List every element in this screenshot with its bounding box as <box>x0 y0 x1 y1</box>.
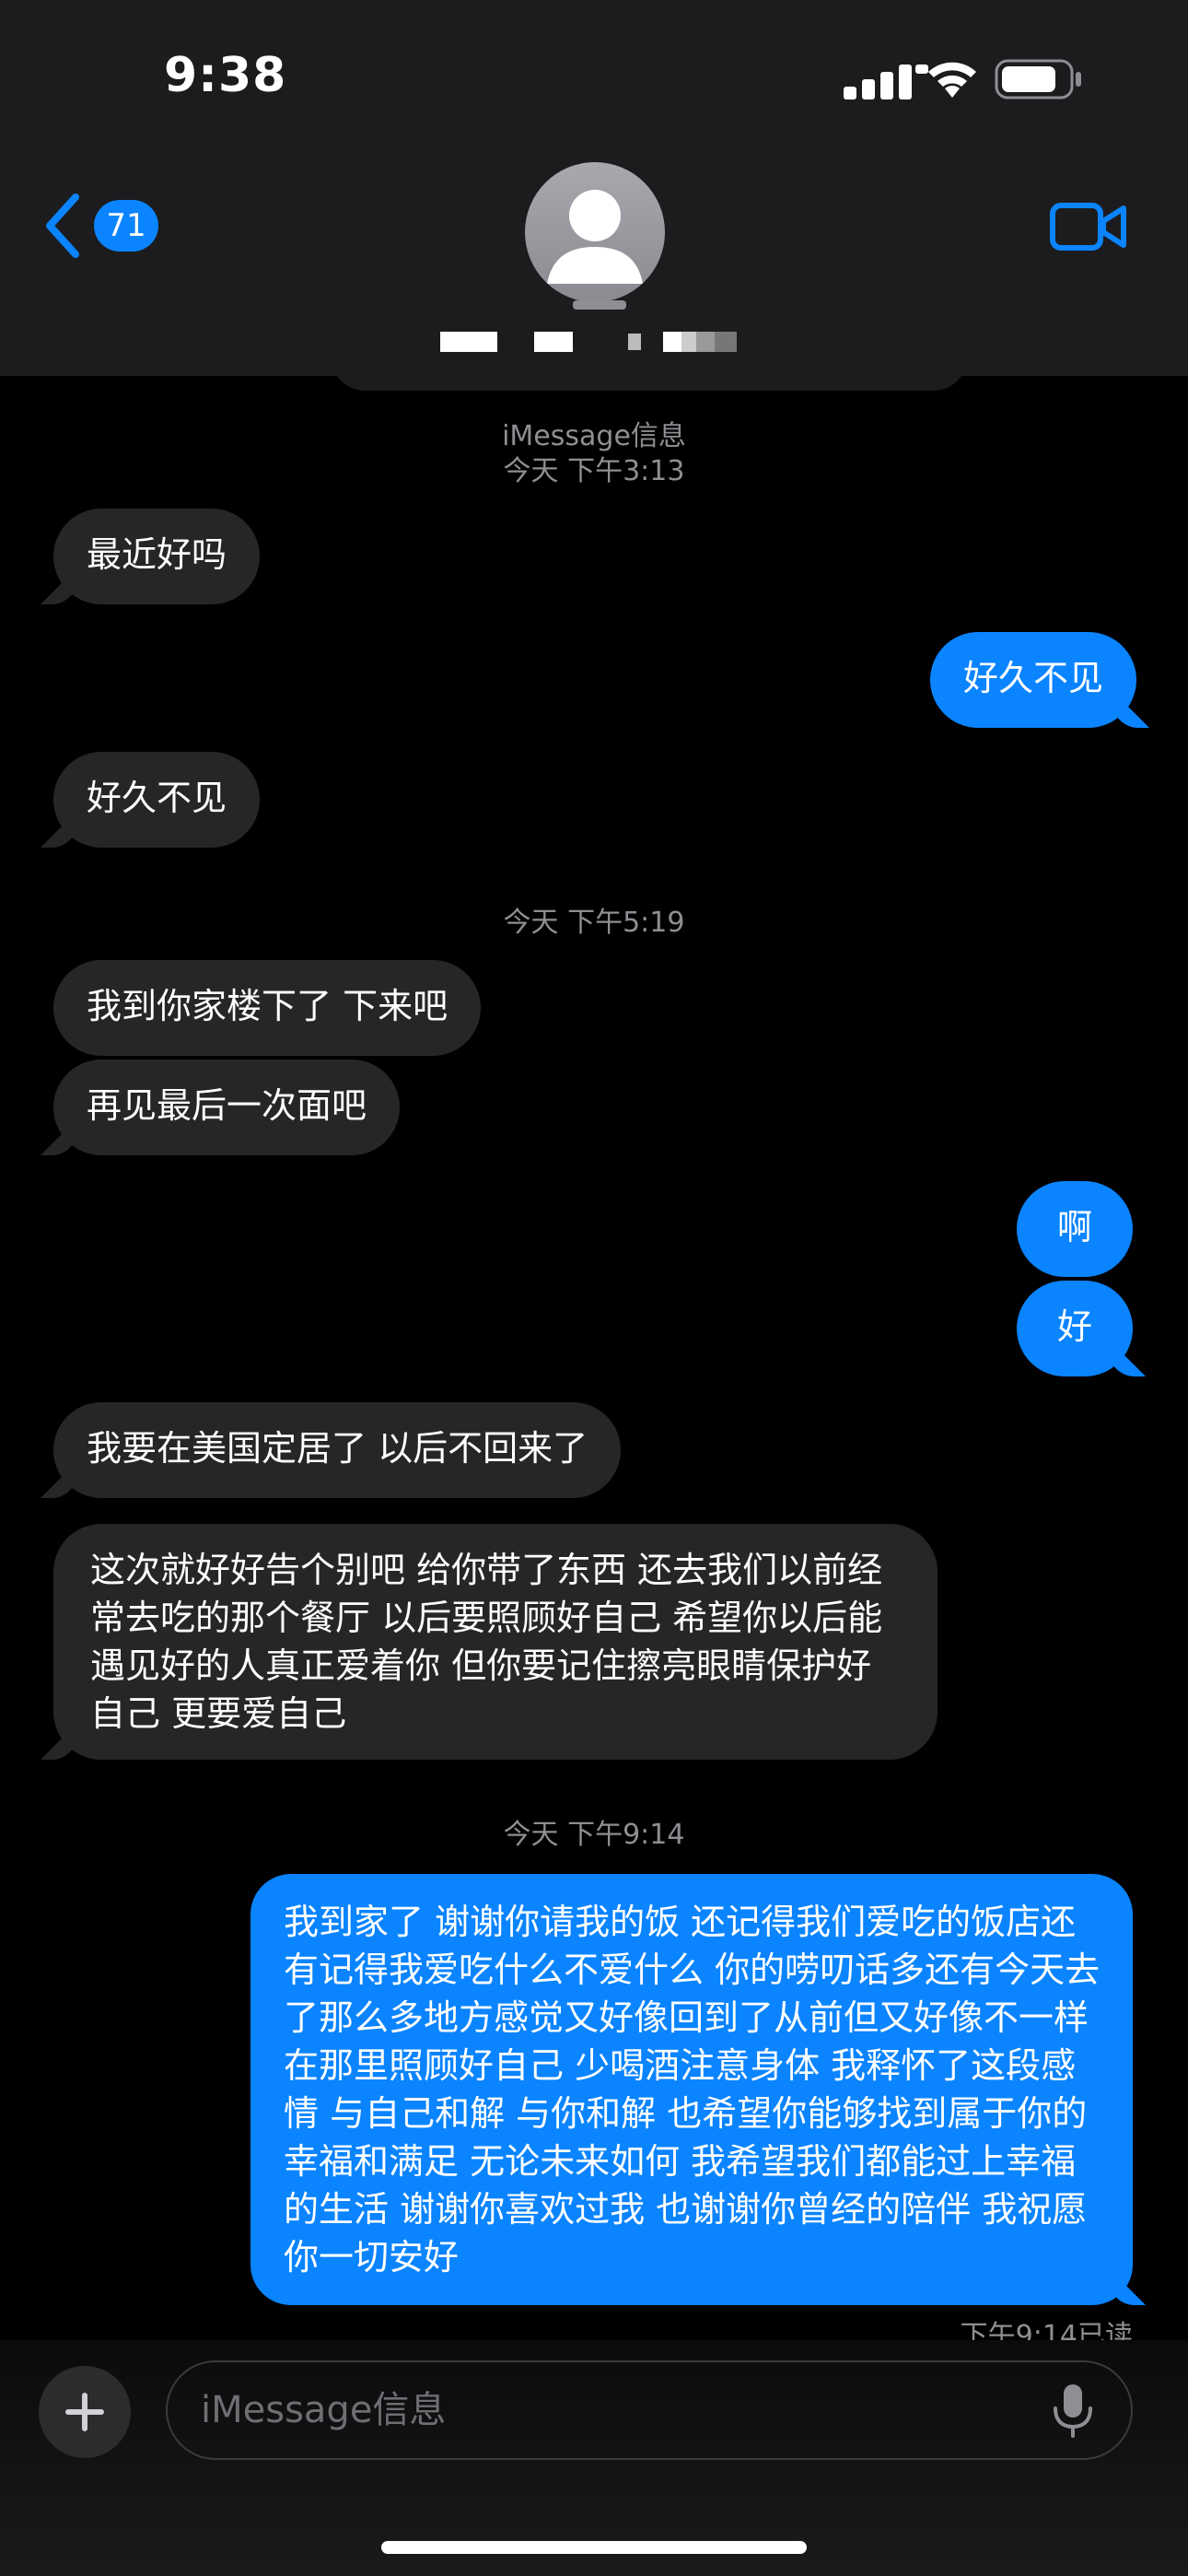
message-sent[interactable]: 好 <box>1017 1281 1133 1376</box>
message-received[interactable]: 我到你家楼下了 下来吧 <box>53 960 482 1056</box>
plus-icon <box>65 2393 104 2431</box>
microphone-icon[interactable] <box>1050 2383 1096 2438</box>
timestamp: 今天 下午9:14 <box>503 1819 685 1851</box>
message-received[interactable]: 最近好吗 <box>53 509 261 604</box>
back-chevron-icon <box>46 193 79 258</box>
message-received[interactable]: 好久不见 <box>53 752 261 848</box>
battery-icon <box>995 59 1081 100</box>
unread-count-badge: 71 <box>94 200 158 252</box>
avatar-underline <box>573 300 626 310</box>
video-call-icon[interactable] <box>1050 201 1127 252</box>
message-received[interactable]: 这次就好好告个别吧 给你带了东西 还去我们以前经常去吃的那个餐厅 以后要照顾好自… <box>53 1524 938 1760</box>
message-sent[interactable]: 好久不见 <box>929 632 1136 728</box>
message-received[interactable]: 再见最后一次面吧 <box>53 1060 401 1155</box>
apps-button[interactable] <box>39 2366 131 2458</box>
status-time: 9:38 <box>164 48 287 103</box>
home-indicator[interactable] <box>381 2541 807 2554</box>
header-edge <box>332 357 967 391</box>
contact-name-redacted[interactable] <box>440 332 737 352</box>
message-received[interactable]: 我要在美国定居了 以后不回来了 <box>53 1402 622 1498</box>
wifi-icon <box>928 62 976 98</box>
timestamp: 今天 下午5:19 <box>503 907 685 939</box>
contact-avatar-icon <box>547 190 643 284</box>
timestamp: 今天 下午3:13 <box>503 455 685 487</box>
message-input[interactable] <box>166 2360 1133 2460</box>
contact-avatar[interactable] <box>525 162 665 302</box>
message-sent[interactable]: 我到家了 谢谢你请我的饭 还记得我们爱吃的饭店还有记得我爱吃什么不爱什么 你的唠… <box>250 1874 1133 2305</box>
cellular-signal-icon <box>844 64 928 100</box>
message-sent[interactable]: 啊 <box>1017 1181 1133 1277</box>
